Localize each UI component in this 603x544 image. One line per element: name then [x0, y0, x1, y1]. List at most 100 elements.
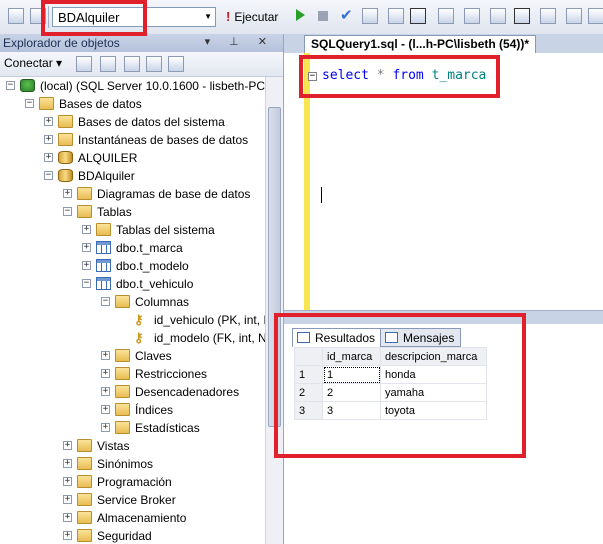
tree-node[interactable]: − Columnas — [0, 293, 265, 311]
row-number[interactable]: 3 — [294, 401, 323, 420]
expand-icon[interactable]: + — [63, 477, 72, 486]
indent-icon[interactable] — [566, 8, 582, 24]
tree-node[interactable]: ⚷ id_modelo (FK, int, N — [0, 329, 265, 347]
column-header[interactable]: descripcion_marca — [380, 347, 487, 366]
collapse-icon[interactable]: − — [6, 81, 15, 90]
table-row[interactable]: 3 3 toyota — [294, 401, 487, 420]
row-number[interactable]: 2 — [294, 383, 323, 402]
tree-node[interactable]: + Diagramas de base de datos — [0, 185, 265, 203]
tab-sqlquery1[interactable]: SQLQuery1.sql - (l...h-PC\lisbeth (54))* — [304, 35, 537, 54]
tree-node[interactable]: − dbo.t_vehiculo — [0, 275, 265, 293]
tree-node[interactable]: + Bases de datos del sistema — [0, 113, 265, 131]
tab-results[interactable]: Resultados — [292, 328, 383, 347]
tree-node[interactable]: + Estadísticas — [0, 419, 265, 437]
tree-node[interactable]: + Tablas del sistema — [0, 221, 265, 239]
object-tree-scrollbar[interactable] — [265, 77, 283, 544]
collapse-icon[interactable]: − — [63, 207, 72, 216]
tree-node[interactable]: + Programación — [0, 473, 265, 491]
tree-node[interactable]: + Desencadenadores — [0, 383, 265, 401]
tree-node[interactable]: ⚷ id_vehiculo (PK, int, I — [0, 311, 265, 329]
expand-icon[interactable]: + — [82, 243, 91, 252]
parse-icon[interactable]: ✔ — [340, 6, 353, 24]
collapse-icon[interactable]: − — [25, 99, 34, 108]
object-list-icon[interactable] — [8, 8, 24, 24]
disconnect-icon[interactable] — [100, 56, 116, 72]
connect-button[interactable]: Conectar ▾ — [4, 56, 62, 70]
grid-corner[interactable] — [294, 347, 323, 366]
tree-node[interactable]: − Bases de datos — [0, 95, 265, 113]
expand-icon[interactable]: + — [82, 261, 91, 270]
tree-node[interactable]: + dbo.t_modelo — [0, 257, 265, 275]
tree-node[interactable]: + Vistas — [0, 437, 265, 455]
expand-icon[interactable]: + — [82, 225, 91, 234]
tree-node[interactable]: − BDAlquiler — [0, 167, 265, 185]
grid-cell[interactable]: yamaha — [380, 383, 487, 402]
collapse-icon[interactable]: − — [82, 279, 91, 288]
tree-node[interactable]: + Índices — [0, 401, 265, 419]
expand-icon[interactable]: + — [101, 423, 110, 432]
results-to-file-icon[interactable] — [464, 8, 480, 24]
grid-cell[interactable]: 1 — [322, 365, 381, 384]
tree-node-label: id_modelo (FK, int, N — [154, 331, 265, 345]
tree-node[interactable]: + Service Broker — [0, 491, 265, 509]
table-icon — [96, 277, 111, 290]
results-to-text-icon[interactable] — [438, 8, 454, 24]
expand-icon[interactable]: + — [63, 189, 72, 198]
expand-icon[interactable]: + — [63, 441, 72, 450]
database-select[interactable]: BDAlquiler ▼ — [52, 7, 216, 27]
tree-node[interactable]: + Almacenamiento — [0, 509, 265, 527]
grid-cell[interactable]: toyota — [380, 401, 487, 420]
expand-icon[interactable]: + — [63, 513, 72, 522]
grid-cell[interactable]: 3 — [322, 401, 381, 420]
tab-messages[interactable]: Mensajes — [380, 328, 462, 347]
expand-icon[interactable]: + — [44, 117, 53, 126]
expand-icon[interactable]: + — [44, 153, 53, 162]
query-editor[interactable]: − select * from t_marca — [284, 53, 603, 310]
results-to-grid-icon[interactable] — [410, 8, 426, 24]
filter-icon[interactable] — [146, 56, 162, 72]
expand-icon[interactable]: + — [101, 369, 110, 378]
display-plan-icon[interactable] — [362, 8, 378, 24]
execute-button[interactable]: ! Ejecutar — [226, 9, 278, 24]
grid-cell[interactable]: honda — [380, 365, 487, 384]
collapse-icon[interactable]: − — [44, 171, 53, 180]
table-row[interactable]: 1 1 honda — [294, 365, 487, 384]
scrollbar-thumb[interactable] — [268, 107, 281, 427]
expand-icon[interactable]: + — [44, 135, 53, 144]
expand-icon[interactable]: + — [63, 531, 72, 540]
tree-node[interactable]: + dbo.t_marca — [0, 239, 265, 257]
pin-close-icons[interactable]: ▾ ⊥ ✕ — [205, 35, 275, 48]
grid-cell[interactable]: 2 — [322, 383, 381, 402]
query-text[interactable]: select * from t_marca — [322, 68, 486, 83]
column-header[interactable]: id_marca — [322, 347, 381, 366]
collapse-icon[interactable]: − — [101, 297, 110, 306]
expand-icon[interactable]: + — [63, 459, 72, 468]
stop-icon[interactable] — [318, 11, 328, 21]
change-connection-icon[interactable] — [30, 8, 46, 24]
expand-icon[interactable]: + — [101, 351, 110, 360]
tree-node[interactable]: − (local) (SQL Server 10.0.1600 - lisbeth… — [0, 77, 265, 95]
expand-icon[interactable]: + — [101, 405, 110, 414]
table-row[interactable]: 2 2 yamaha — [294, 383, 487, 402]
client-statistics-icon[interactable] — [514, 8, 530, 24]
connect-icon[interactable] — [76, 56, 92, 72]
tree-node[interactable]: + ALQUILER — [0, 149, 265, 167]
row-number[interactable]: 1 — [294, 365, 323, 384]
tree-node[interactable]: + Claves — [0, 347, 265, 365]
chevron-down-icon[interactable]: ▼ — [204, 12, 212, 21]
stop-icon[interactable] — [124, 56, 140, 72]
expand-icon[interactable]: + — [101, 387, 110, 396]
query-options-icon[interactable] — [388, 8, 404, 24]
expand-icon[interactable]: + — [63, 495, 72, 504]
refresh-icon[interactable] — [168, 56, 184, 72]
debug-icon[interactable] — [296, 9, 305, 21]
include-plan-icon[interactable] — [490, 8, 506, 24]
tree-node[interactable]: + Restricciones — [0, 365, 265, 383]
tree-node[interactable]: − Tablas — [0, 203, 265, 221]
tree-node[interactable]: + Seguridad — [0, 527, 265, 544]
tree-node[interactable]: + Instantáneas de bases de datos — [0, 131, 265, 149]
tree-node[interactable]: + Sinónimos — [0, 455, 265, 473]
collapse-icon[interactable]: − — [308, 72, 317, 81]
comment-icon[interactable] — [540, 8, 556, 24]
outdent-icon[interactable] — [588, 8, 603, 24]
